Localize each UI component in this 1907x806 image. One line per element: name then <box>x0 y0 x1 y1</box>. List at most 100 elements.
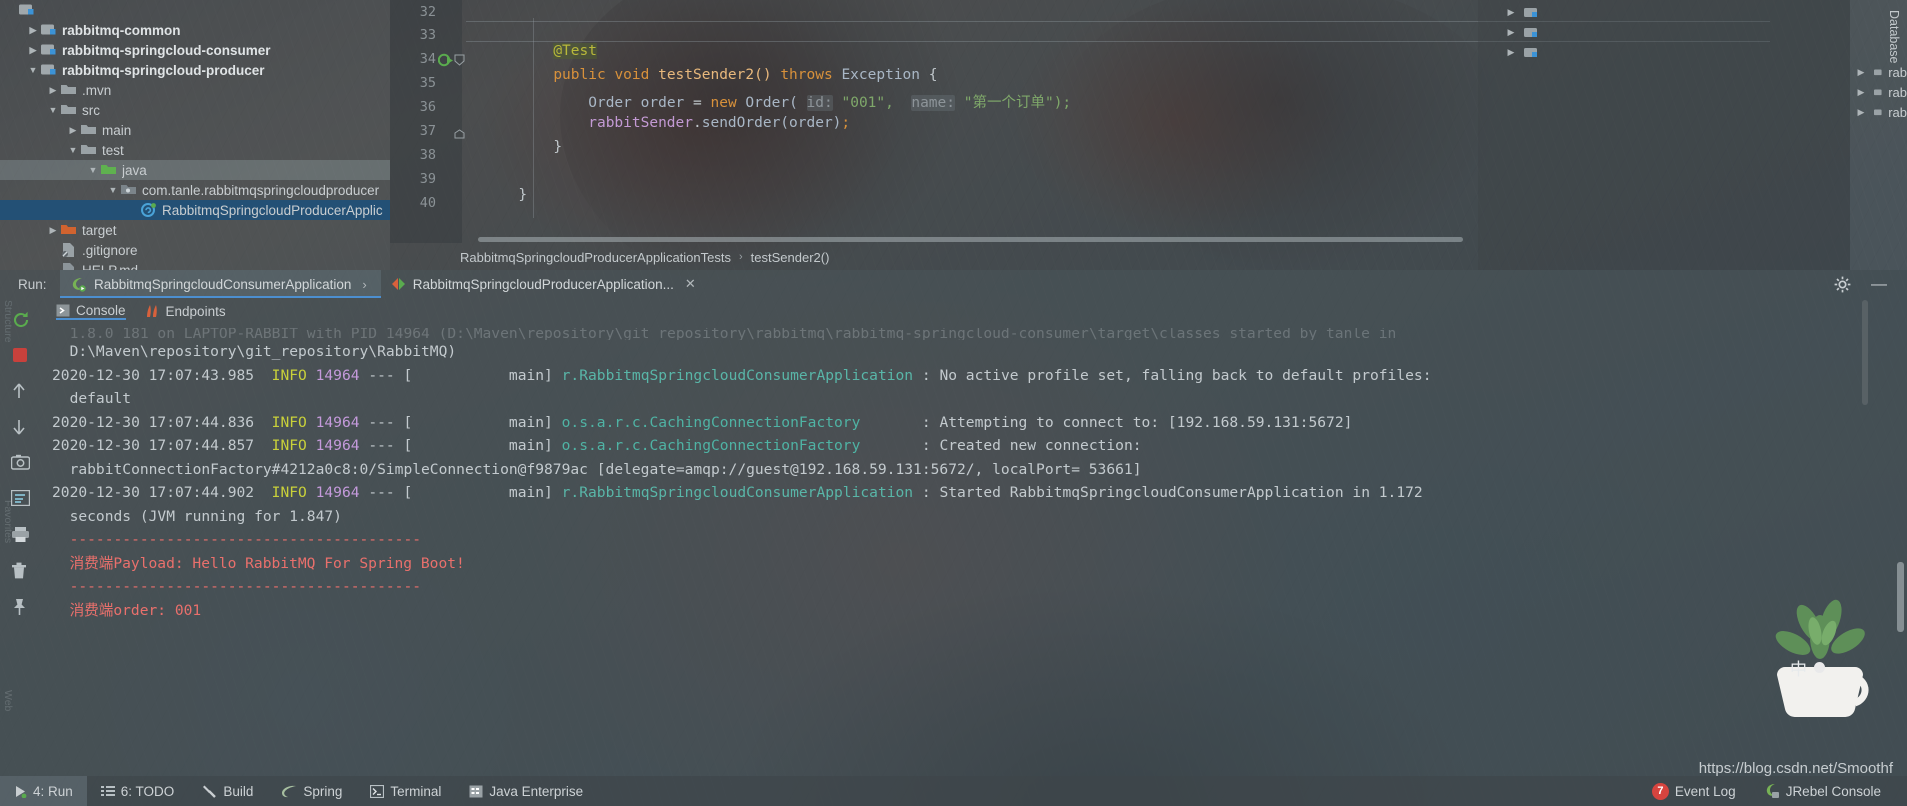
tree-row[interactable]: ▶ main <box>0 120 390 140</box>
chevron-right-icon[interactable]: ▶ <box>1854 87 1868 97</box>
maven-tool-window[interactable]: ▶ ▶ ▶ <box>1478 0 1850 270</box>
rerun-icon[interactable] <box>11 310 33 332</box>
console-vertical-scrollbar[interactable] <box>1897 562 1904 632</box>
tree-row[interactable]: ▶ rabbitmq-springcloud-consumer <box>0 40 390 60</box>
fold-collapse-icon[interactable] <box>454 53 465 71</box>
minimize-icon[interactable]: — <box>1871 276 1887 294</box>
chevron-right-icon[interactable]: ▶ <box>66 125 80 135</box>
close-icon[interactable]: ✕ <box>685 276 696 292</box>
console-text: INFO <box>271 366 307 384</box>
tree-row[interactable]: ▶ rabbitmq-common <box>0 20 390 40</box>
run-tool-window[interactable]: Run: RabbitmqSpringcloudConsumerApplicat… <box>0 270 1907 776</box>
breadcrumb-class[interactable]: RabbitmqSpringcloudProducerApplicationTe… <box>460 250 731 265</box>
breadcrumb-method[interactable]: testSender2() <box>751 250 830 265</box>
scroll-down-icon[interactable] <box>11 418 33 440</box>
console-tab-bar[interactable]: Console Endpoints <box>44 298 1907 324</box>
status-item-java-enterprise[interactable]: Java Enterprise <box>455 776 597 806</box>
tree-row[interactable]: ▶ .mvn <box>0 80 390 100</box>
status-item-run[interactable]: 4: Run <box>0 776 87 806</box>
scroll-up-icon[interactable] <box>11 382 33 404</box>
print-icon[interactable] <box>11 526 33 548</box>
todo-icon <box>100 786 115 796</box>
trash-icon[interactable] <box>11 562 33 584</box>
maven-project-icon <box>1874 69 1882 76</box>
console-tab-label: Console <box>76 302 126 318</box>
status-item-build[interactable]: Build <box>188 776 267 806</box>
console-text: 消费端order: 001 <box>52 601 202 619</box>
maven-row[interactable]: ▶ <box>1498 22 1538 42</box>
soft-wrap-icon[interactable] <box>10 489 33 512</box>
chevron-right-icon[interactable]: › <box>362 277 366 292</box>
tree-row[interactable]: ▼ test <box>0 140 390 160</box>
console-text: --- [ main] <box>359 437 562 454</box>
tree-row[interactable]: ▼ src <box>0 100 390 120</box>
tree-row[interactable]: ▼ rabbitmq-springcloud-producer <box>0 60 390 80</box>
run-side-toolbar[interactable] <box>0 298 44 776</box>
editor-horizontal-scrollbar[interactable] <box>478 237 1463 242</box>
field-rabbitsender: rabbitSender <box>588 115 693 131</box>
tree-row[interactable]: ▶ target <box>0 220 390 240</box>
status-bar[interactable]: 4: Run 6: TODO Build Spring Terminal Jav… <box>0 776 1907 806</box>
tree-row[interactable]: ▶ RabbitmqSpringcloudProducerApplic <box>0 200 390 220</box>
status-item-label: Java Enterprise <box>489 783 584 799</box>
tool-tab-database[interactable]: Database <box>1884 4 1904 70</box>
chevron-down-icon[interactable]: ▼ <box>86 165 100 175</box>
line-number: 40 <box>419 195 436 211</box>
chevron-right-icon[interactable]: ▶ <box>1504 47 1518 57</box>
markdown-icon: MD <box>60 263 78 270</box>
camera-icon[interactable] <box>10 454 33 476</box>
tree-row-label: .gitignore <box>82 242 138 258</box>
stop-icon[interactable] <box>11 346 33 368</box>
console-output[interactable]: 1.8.0_181 on LAPTOP-RABBIT with PID 1496… <box>52 326 1893 772</box>
chevron-down-icon[interactable]: ▼ <box>26 65 40 75</box>
junit-run-icon <box>391 278 405 290</box>
pin-icon[interactable] <box>11 598 33 620</box>
tree-row[interactable]: ▼ java <box>0 160 390 180</box>
chevron-right-icon[interactable]: ▶ <box>1504 27 1518 37</box>
status-item-spring[interactable]: Spring <box>267 776 356 806</box>
maven-project-icon <box>1874 109 1882 116</box>
status-item-todo[interactable]: 6: TODO <box>87 776 189 806</box>
maven-row[interactable]: ▶ <box>1498 42 1538 62</box>
console-text: 消费端Payload: Hello RabbitMQ For Spring Bo… <box>52 554 465 572</box>
breadcrumb-separator-icon: › <box>738 251 743 263</box>
console-line: D:\Maven\repository\git_repository\Rabbi… <box>52 340 1893 364</box>
run-tab-producer[interactable]: RabbitmqSpringcloudProducerApplication..… <box>381 270 710 298</box>
line-number: 34 <box>419 51 436 67</box>
maven-row[interactable]: ▶ <box>1498 2 1538 22</box>
run-label: Run: <box>18 276 47 292</box>
chevron-right-icon[interactable]: ▶ <box>46 85 60 95</box>
fold-end-icon[interactable] <box>454 126 465 144</box>
status-item-terminal[interactable]: Terminal <box>356 776 455 806</box>
tab-console[interactable]: Console <box>56 303 126 320</box>
run-tab-consumer[interactable]: RabbitmqSpringcloudConsumerApplication › <box>60 270 381 298</box>
chevron-right-icon[interactable]: ▶ <box>26 25 40 35</box>
chevron-right-icon[interactable]: ▶ <box>1854 107 1868 117</box>
gear-icon[interactable] <box>1834 276 1851 298</box>
ime-indicator[interactable]: 中 <box>1790 655 1825 680</box>
project-tool-window[interactable]: ▶ ▶ rabbitmq-common ▶ rabbitmq-springcloud-c… <box>0 0 390 270</box>
chevron-down-icon[interactable]: ▼ <box>46 105 60 115</box>
run-test-gutter-icon[interactable] <box>437 53 454 73</box>
console-text: : Attempting to connect to: [192.168.59.… <box>860 413 1353 431</box>
chevron-right-icon[interactable]: ▶ <box>1854 67 1868 77</box>
console-text: 2020-12-30 17:07:44.857 <box>52 437 272 454</box>
chevron-down-icon[interactable]: ▼ <box>66 145 80 155</box>
code-line-37[interactable]: } <box>466 123 562 171</box>
chevron-right-icon[interactable]: ▶ <box>1504 7 1518 17</box>
chevron-down-icon[interactable]: ▼ <box>106 185 120 195</box>
chevron-right-icon[interactable]: ▶ <box>46 225 60 235</box>
status-item-jrebel-console[interactable]: JRebel Console <box>1750 776 1907 806</box>
code-line-39[interactable]: } <box>466 171 527 219</box>
tab-endpoints[interactable]: Endpoints <box>144 304 226 319</box>
tree-row[interactable]: ▶ <box>0 0 390 20</box>
chevron-right-icon[interactable]: ▶ <box>26 45 40 55</box>
tree-row[interactable]: ▶MDHELP.md <box>0 260 390 270</box>
status-item-label: JRebel Console <box>1785 783 1881 799</box>
tree-row[interactable]: ▼ com.tanle.rabbitmqspringcloudproducer <box>0 180 390 200</box>
right-vertical-tool-tabs[interactable]: Database <box>1884 4 1907 184</box>
status-item-event-log[interactable]: 7 Event Log <box>1638 776 1750 806</box>
run-tab-bar[interactable]: Run: RabbitmqSpringcloudConsumerApplicat… <box>0 270 1907 298</box>
tree-row[interactable]: ▶ .gitignore <box>0 240 390 260</box>
